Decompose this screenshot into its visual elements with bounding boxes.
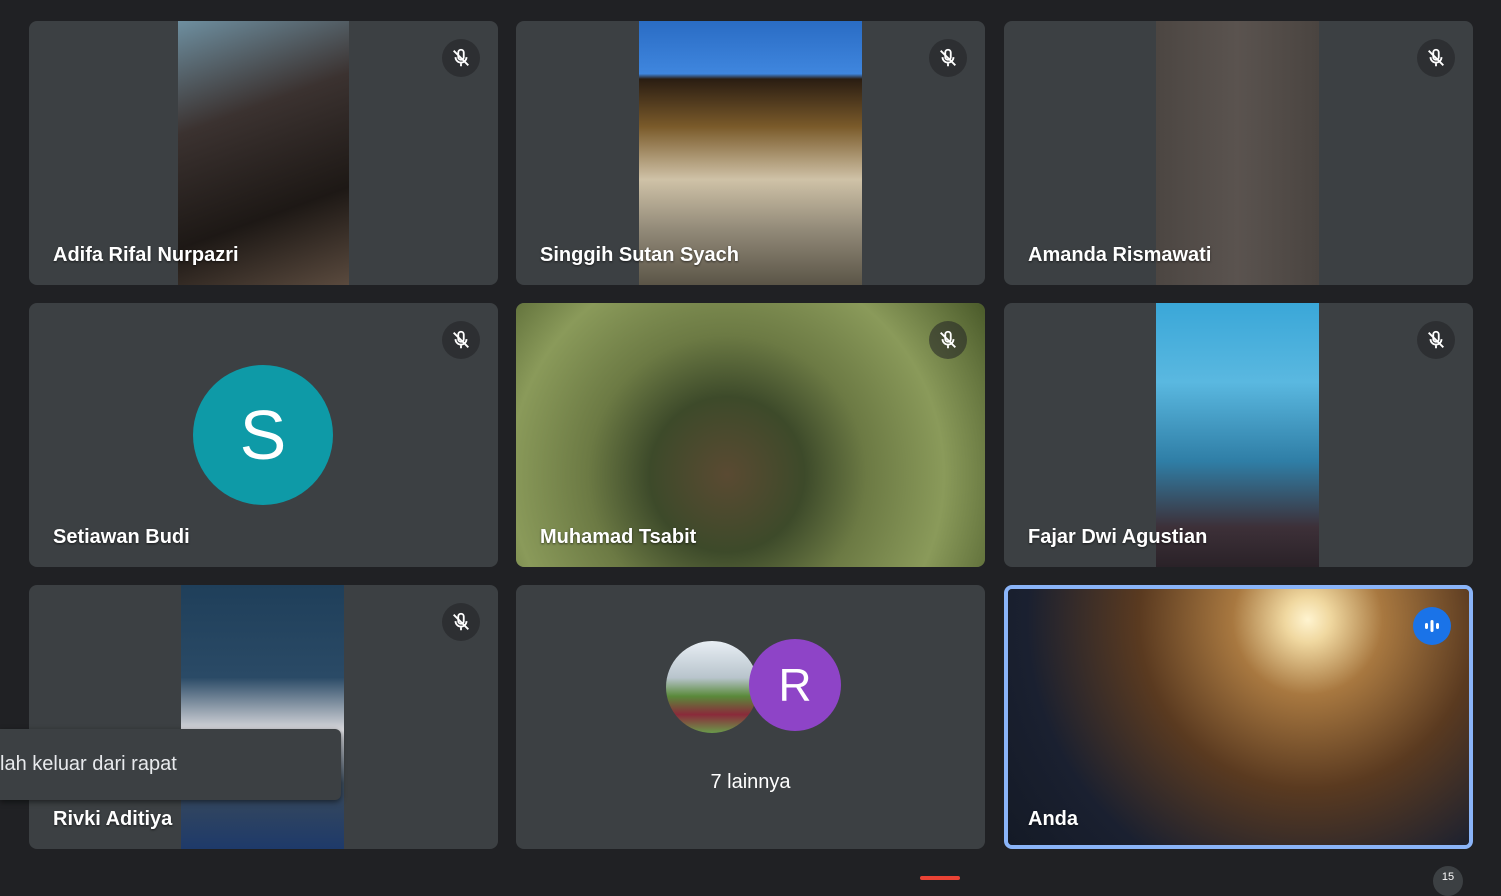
participant-tile[interactable]: Adifa Rifal Nurpazri [29,21,498,285]
others-count-label: 7 lainnya [710,771,791,793]
left-meeting-toast: lah keluar dari rapat [0,729,341,800]
mic-off-icon [442,603,480,641]
participant-name: Anda [1028,808,1078,830]
participant-tile[interactable]: Muhamad Tsabit [516,303,985,567]
participant-name: Muhamad Tsabit [540,526,697,548]
participant-tile[interactable]: S Setiawan Budi [29,303,498,567]
toast-text: lah keluar dari rapat [0,753,177,775]
participant-name: Rivki Aditiya [53,808,173,830]
mic-off-icon [442,321,480,359]
participant-count-badge[interactable]: 15 [1433,866,1463,896]
mic-off-icon [929,321,967,359]
participant-name: Fajar Dwi Agustian [1028,526,1208,548]
others-tile[interactable]: R 7 lainnya [516,585,985,849]
mic-off-icon [442,39,480,77]
participant-name: Amanda Rismawati [1028,244,1212,266]
avatar: R [749,639,841,731]
video-feed [1008,589,1469,845]
participant-tile[interactable]: Rivki Aditiya [29,585,498,849]
avatar [664,639,760,735]
mic-off-icon [929,39,967,77]
participant-name: Singgih Sutan Syach [540,244,739,266]
participant-tile[interactable]: Amanda Rismawati [1004,21,1473,285]
avatar: S [193,365,333,505]
mic-off-icon [1417,39,1455,77]
video-feed [181,585,344,849]
participant-tile-self[interactable]: Anda [1004,585,1473,849]
mic-off-icon [1417,321,1455,359]
participant-name: Setiawan Budi [53,526,190,548]
participant-tile[interactable]: Singgih Sutan Syach [516,21,985,285]
speaking-indicator-icon [1413,607,1451,645]
participant-name: Adifa Rifal Nurpazri [53,244,239,266]
participant-tile[interactable]: Fajar Dwi Agustian [1004,303,1473,567]
toolbar-hint [920,876,960,880]
